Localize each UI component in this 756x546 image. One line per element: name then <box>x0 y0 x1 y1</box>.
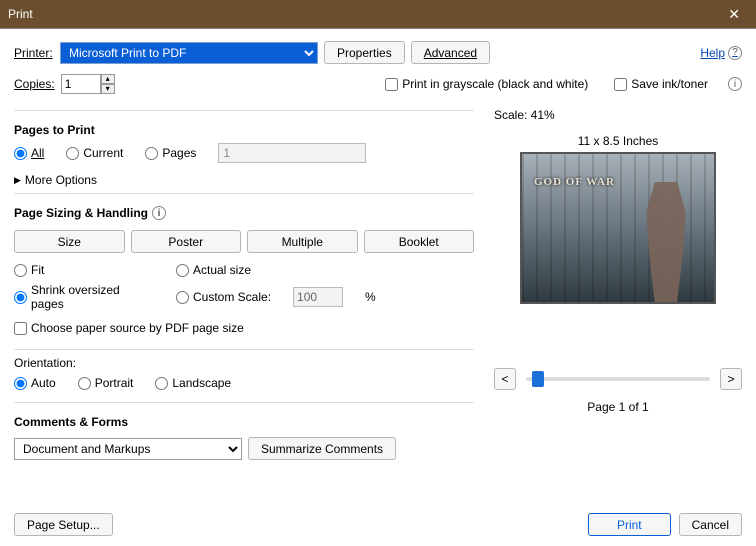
copies-stepper[interactable]: ▴ ▾ <box>61 74 115 94</box>
choose-paper-checkbox[interactable]: Choose paper source by PDF page size <box>14 321 474 335</box>
help-icon: ? <box>728 46 742 60</box>
radio-pages[interactable]: Pages <box>145 146 196 160</box>
radio-auto[interactable]: Auto <box>14 376 56 390</box>
copies-input[interactable] <box>61 74 101 94</box>
preview-content-label: GOD OF WAR <box>534 176 615 188</box>
tab-size[interactable]: Size <box>14 230 125 253</box>
info-icon[interactable]: i <box>152 206 166 220</box>
prev-page-button[interactable]: < <box>494 368 516 390</box>
save-ink-checkbox[interactable]: Save ink/toner <box>614 77 708 91</box>
pages-to-print-header: Pages to Print <box>14 123 474 137</box>
summarize-comments-button[interactable]: Summarize Comments <box>248 437 396 460</box>
close-icon[interactable]: ✕ <box>720 4 748 25</box>
info-icon[interactable]: i <box>728 77 742 91</box>
comments-header: Comments & Forms <box>14 415 474 429</box>
properties-button[interactable]: Properties <box>324 41 405 64</box>
sizing-header: Page Sizing & Handling i <box>14 206 474 220</box>
printer-select[interactable]: Microsoft Print to PDF <box>60 42 318 64</box>
comments-select[interactable]: Document and Markups <box>14 438 242 460</box>
advanced-button[interactable]: Advanced <box>411 41 490 64</box>
page-slider[interactable] <box>526 377 710 381</box>
tab-multiple[interactable]: Multiple <box>247 230 358 253</box>
pages-range-input[interactable] <box>218 143 366 163</box>
radio-actual[interactable]: Actual size <box>176 263 251 277</box>
printer-label: Printer: <box>14 46 54 60</box>
radio-fit[interactable]: Fit <box>14 263 154 277</box>
percent-label: % <box>365 290 376 304</box>
titlebar: Print ✕ <box>0 0 756 28</box>
slider-thumb-icon[interactable] <box>532 371 544 387</box>
page-indicator: Page 1 of 1 <box>494 400 742 414</box>
radio-landscape[interactable]: Landscape <box>155 376 231 390</box>
radio-portrait[interactable]: Portrait <box>78 376 134 390</box>
window-title: Print <box>8 7 720 21</box>
page-dimensions: 11 x 8.5 Inches <box>494 134 742 148</box>
more-options-toggle[interactable]: ▶ More Options <box>14 173 474 187</box>
print-preview: GOD OF WAR <box>520 152 716 304</box>
copies-label: Copies: <box>14 77 55 91</box>
next-page-button[interactable]: > <box>720 368 742 390</box>
custom-scale-input[interactable] <box>293 287 343 307</box>
radio-shrink[interactable]: Shrink oversized pages <box>14 283 154 311</box>
copies-up-icon[interactable]: ▴ <box>101 74 115 84</box>
print-button[interactable]: Print <box>588 513 671 536</box>
copies-down-icon[interactable]: ▾ <box>101 84 115 94</box>
radio-custom[interactable]: Custom Scale: <box>176 290 271 304</box>
orientation-label: Orientation: <box>14 356 474 370</box>
radio-current[interactable]: Current <box>66 146 123 160</box>
tab-booklet[interactable]: Booklet <box>364 230 475 253</box>
grayscale-checkbox[interactable]: Print in grayscale (black and white) <box>385 77 588 91</box>
content-area: Printer: Microsoft Print to PDF Properti… <box>0 28 756 546</box>
help-link[interactable]: Help ? <box>700 46 742 60</box>
print-dialog: Print ✕ Printer: Microsoft Print to PDF … <box>0 0 756 546</box>
scale-readout: Scale: 41% <box>494 108 742 122</box>
tab-poster[interactable]: Poster <box>131 230 242 253</box>
chevron-right-icon: ▶ <box>14 175 21 186</box>
radio-all[interactable]: All <box>14 146 44 160</box>
cancel-button[interactable]: Cancel <box>679 513 742 536</box>
page-setup-button[interactable]: Page Setup... <box>14 513 113 536</box>
